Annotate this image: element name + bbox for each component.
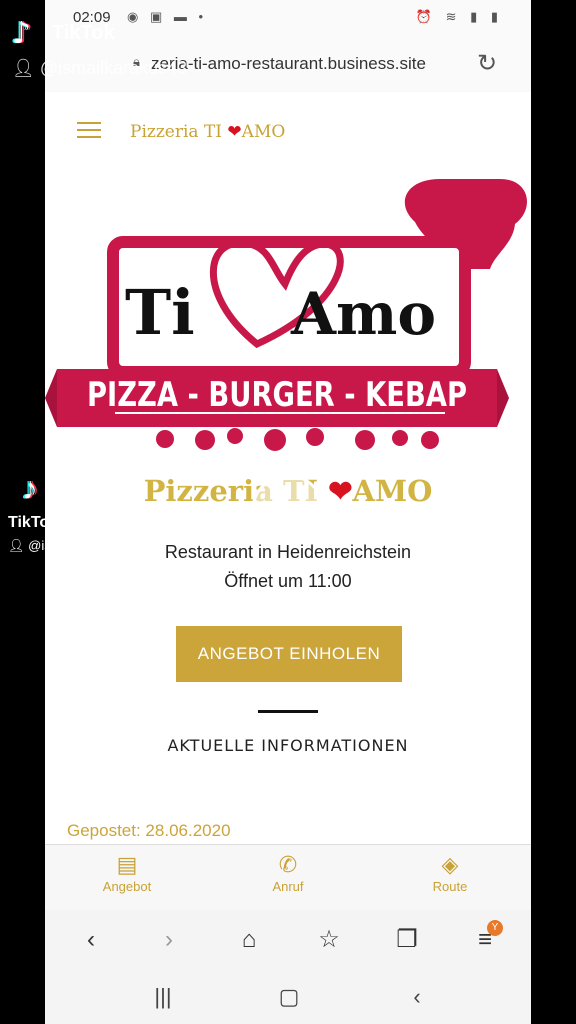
directions-icon: ◈ — [441, 852, 459, 877]
forward-icon[interactable]: › — [151, 922, 187, 958]
call-action-label: Anruf — [272, 879, 304, 894]
page-content: Ti Amo PIZZA - BURGER - KEBAP Pizzeria T… — [45, 174, 531, 844]
play-icon[interactable] — [251, 474, 325, 548]
site-title-text: Pizzeria TI — [130, 122, 228, 142]
menu-badge: Y — [487, 920, 503, 936]
system-navigation-bar: ||| ▢ ‹ — [45, 970, 531, 1024]
tabs-icon[interactable]: ❐ — [389, 922, 425, 958]
tiktok-logo-icon: ♪ — [12, 16, 32, 51]
url-text[interactable]: zeria-ti-amo-restaurant.business.site — [151, 54, 426, 74]
route-action-label: Route — [432, 879, 468, 894]
home-icon[interactable]: ⌂ — [231, 922, 267, 958]
logo-word-ti: Ti — [125, 276, 195, 349]
posted-date: Gepostet: 28.06.2020 — [67, 821, 231, 840]
tiktok-username: 👤︎ @ismailkarakus43 — [12, 58, 188, 78]
home-button-icon[interactable]: ▢ — [271, 982, 307, 1012]
tiktok-watermark-secondary: ♪ TikTok 👤︎ @is — [8, 470, 88, 560]
recent-apps-icon[interactable]: ||| — [145, 982, 181, 1012]
get-quote-button[interactable]: ANGEBOT EINHOLEN — [176, 626, 402, 682]
tiktok-username-text: @is — [28, 538, 51, 553]
phone-icon: ✆ — [278, 852, 298, 877]
route-action[interactable]: ◈ Route — [390, 851, 510, 894]
bookmark-star-icon[interactable]: ☆ — [311, 922, 347, 958]
tiktok-brand: TikTok — [8, 514, 59, 531]
reload-icon[interactable]: ↻ — [473, 50, 501, 78]
browser-toolbar: ‹ › ⌂ ☆ ❐ ≡ Y — [45, 910, 531, 970]
tiktok-username-text: @ismailkarakus43 — [39, 58, 188, 78]
site-title[interactable]: Pizzeria TI ❤AMO — [130, 122, 285, 142]
back-nav-icon[interactable]: ‹ — [399, 982, 435, 1012]
call-action[interactable]: ✆ Anruf — [228, 851, 348, 894]
menu-icon[interactable] — [77, 122, 101, 140]
offer-action-label: Angebot — [102, 879, 152, 894]
back-icon[interactable]: ‹ — [73, 922, 109, 958]
tiktok-watermark: ♪ TikTok 👤︎ @ismailkarakus43 — [12, 16, 187, 86]
section-title: AKTUELLE INFORMATIONEN — [167, 736, 409, 755]
tiktok-brand: TikTok — [52, 22, 115, 44]
heart-icon: ❤ — [328, 474, 353, 508]
system-status-icons: ⏰ ≋ ▮ ▮ — [415, 9, 503, 24]
logo-banner: PIZZA - BURGER - KEBAP — [87, 375, 467, 415]
business-action-bar: ▤ Angebot ✆ Anruf ◈ Route — [45, 844, 531, 911]
ti-amo-logo: Ti Amo PIZZA - BURGER - KEBAP — [45, 179, 527, 451]
business-name-suffix: AMO — [352, 474, 433, 508]
site-header: Pizzeria TI ❤AMO — [45, 92, 531, 174]
logo-word-amo: Amo — [290, 280, 436, 348]
tiktok-logo-icon: ♪ — [22, 470, 38, 506]
phone-screen: 02:09 ◉ ▣ ▬ • ⏰ ≋ ▮ ▮ 🔒︎ zeria-ti-amo-re… — [45, 0, 531, 1024]
heart-icon: ❤ — [227, 122, 242, 142]
opening-hours: Öffnet um 11:00 — [224, 571, 352, 591]
tiktok-username: 👤︎ @is — [8, 538, 51, 553]
offer-action[interactable]: ▤ Angebot — [67, 851, 187, 894]
business-category: Restaurant in Heidenreichstein — [164, 542, 412, 562]
site-title-suffix: AMO — [241, 122, 286, 142]
section-divider — [258, 710, 318, 713]
document-icon: ▤ — [116, 852, 138, 877]
